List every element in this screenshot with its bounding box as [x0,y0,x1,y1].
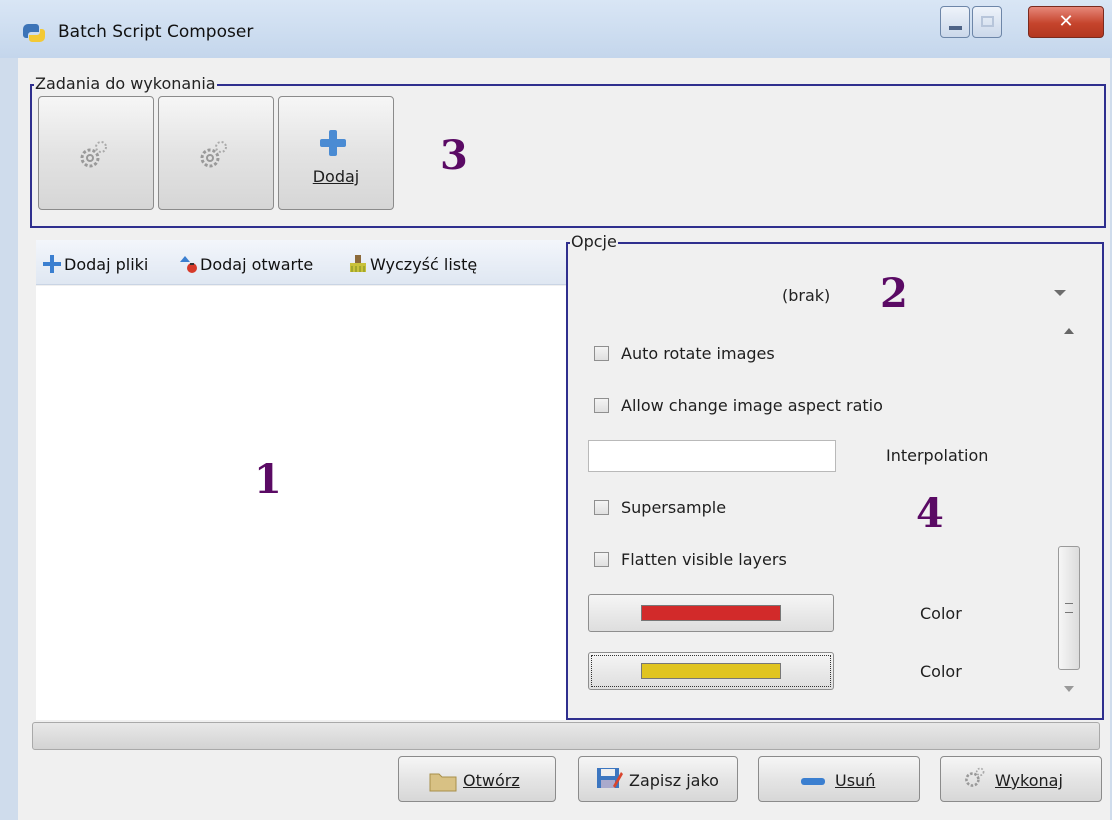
minus-icon [801,778,825,785]
scrollbar-thumb[interactable] [1058,546,1080,670]
checkbox-box[interactable] [594,346,609,361]
scroll-down-icon[interactable] [1064,686,1074,692]
gear-icon [200,141,227,168]
add-files-button[interactable]: Dodaj pliki [42,254,148,274]
add-task-label: Dodaj [279,167,393,186]
title-bar[interactable]: Batch Script Composer ✕ [0,0,1112,58]
run-label-text: Wykonaj [995,771,1063,790]
color-picker-button-1[interactable] [588,594,834,632]
checkbox-box[interactable] [594,398,609,413]
tasks-group-label: Zadania do wykonania [34,74,217,93]
open-label-text: Otwórz [463,771,520,790]
color-label-1: Color [920,604,962,623]
python-app-icon [23,24,45,42]
save-icon [597,768,623,788]
checkbox-box[interactable] [594,500,609,515]
clear-list-button[interactable]: Wyczyść listę [348,254,477,274]
save-as-label: Zapisz jako [629,771,719,790]
plus-icon [320,130,346,156]
color-swatch-yellow [641,663,781,679]
app-window: Batch Script Composer ✕ Zadania do wykon… [0,0,1112,820]
minimize-icon [949,26,962,30]
add-task-button[interactable]: Dodaj [278,96,394,210]
color-picker-button-2[interactable] [588,652,834,690]
annotation-3: 3 [440,132,468,179]
close-icon: ✕ [1058,11,1074,32]
clear-list-label: Wyczyść listę [370,255,478,274]
task-button-1[interactable] [38,96,154,210]
remove-button-label: Usuń [835,771,875,790]
window-title: Batch Script Composer [58,22,254,42]
preset-combo-value: (brak) [782,286,831,305]
allow-aspect-ratio-checkbox[interactable]: Allow change image aspect ratio [594,396,883,415]
options-group-label: Opcje [570,232,618,251]
file-list[interactable] [36,286,568,720]
broom-icon [350,255,366,272]
files-toolbar: Dodaj pliki Dodaj otwarte Wyczyść listę [36,240,566,285]
folder-icon [429,773,457,792]
checkbox-box[interactable] [594,552,609,567]
grip-icon [1065,603,1073,613]
auto-rotate-checkbox[interactable]: Auto rotate images [594,344,775,363]
supersample-checkbox[interactable]: Supersample [594,498,726,517]
maximize-button[interactable] [972,6,1002,38]
run-button-label: Wykonaj [995,771,1063,790]
minimize-button[interactable] [940,6,970,38]
maximize-icon [981,16,994,27]
interpolation-input[interactable] [588,440,836,472]
add-open-button[interactable]: Dodaj otwarte [178,254,313,274]
add-task-label-text: Dodaj [312,167,360,186]
annotation-1: 1 [254,456,282,503]
options-scrollbar[interactable] [1058,318,1080,706]
open-button[interactable]: Otwórz [398,756,556,802]
open-button-label: Otwórz [463,771,520,790]
save-as-button[interactable]: Zapisz jako [578,756,738,802]
annotation-4: 4 [916,490,944,537]
add-open-label: Dodaj otwarte [200,255,314,274]
color-label-2: Color [920,662,962,681]
add-files-label: Dodaj pliki [64,255,149,274]
remove-button[interactable]: Usuń [758,756,920,802]
allow-aspect-ratio-label: Allow change image aspect ratio [621,396,883,415]
interpolation-label: Interpolation [886,446,989,465]
chevron-down-icon[interactable] [1054,290,1066,296]
gear-icon [965,767,985,787]
supersample-label: Supersample [621,498,727,517]
color-swatch-red [641,605,781,621]
add-open-icon [180,256,197,273]
flatten-layers-label: Flatten visible layers [621,550,787,569]
flatten-layers-checkbox[interactable]: Flatten visible layers [594,550,787,569]
auto-rotate-label: Auto rotate images [621,344,775,363]
run-button[interactable]: Wykonaj [940,756,1102,802]
progress-bar [32,722,1100,750]
annotation-2: 2 [880,270,908,317]
remove-label-text: Usuń [835,771,876,790]
scroll-up-icon[interactable] [1064,328,1074,334]
gear-icon [80,141,107,168]
close-button[interactable]: ✕ [1028,6,1104,38]
task-button-2[interactable] [158,96,274,210]
plus-icon [43,255,61,273]
